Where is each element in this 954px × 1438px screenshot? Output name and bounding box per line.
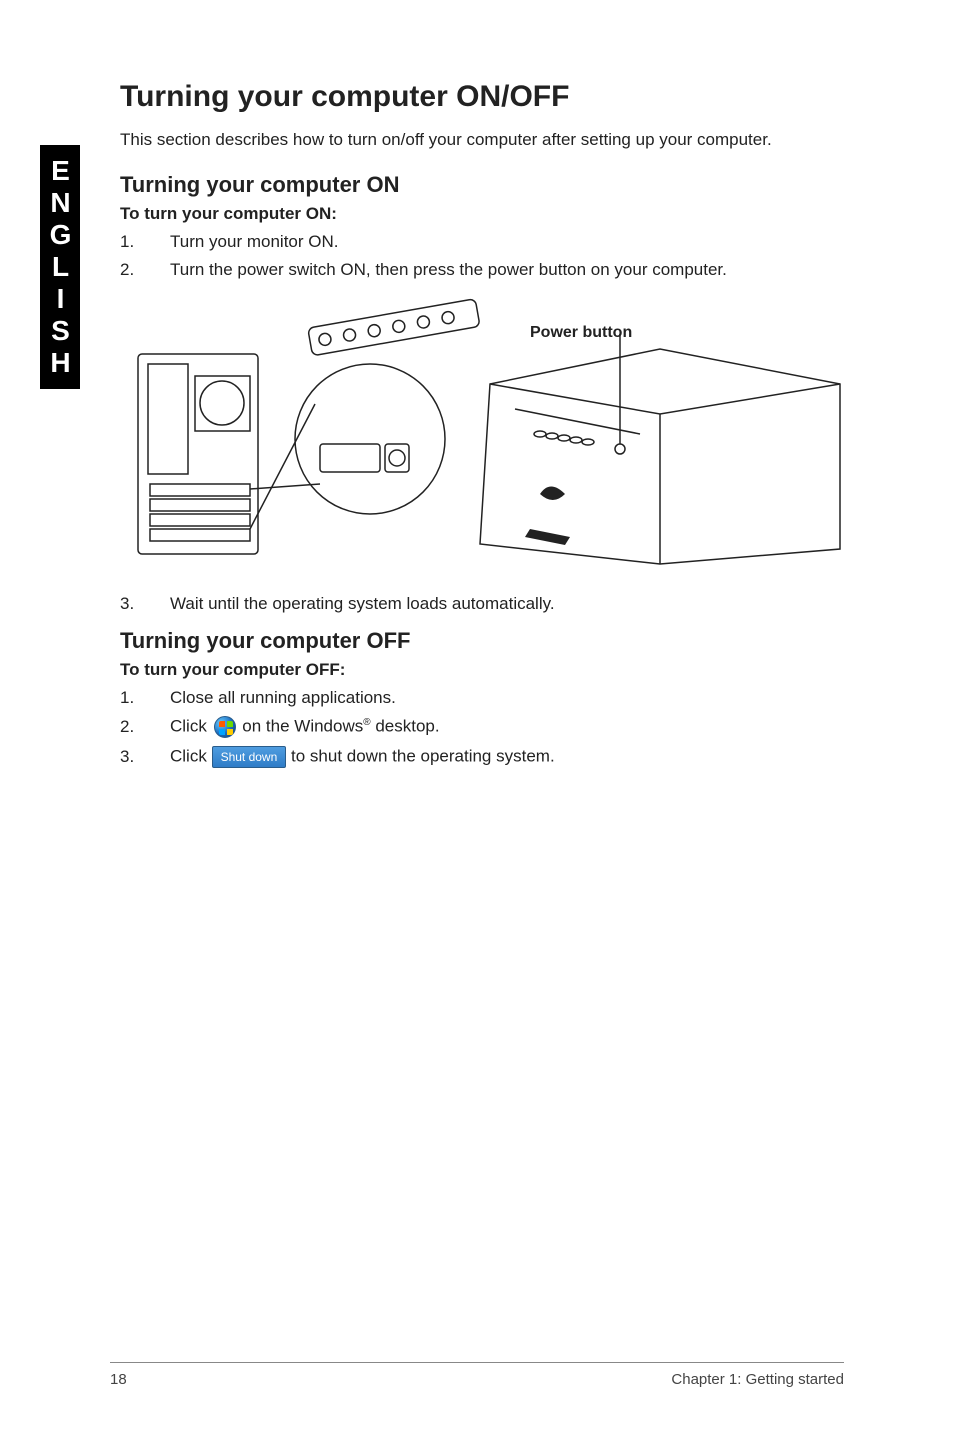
chapter-label: Chapter 1: Getting started: [671, 1371, 844, 1388]
page-title: Turning your computer ON/OFF: [120, 80, 844, 114]
step-number: 2.: [120, 717, 170, 737]
list-item: 2. Click on the Windows® desktop.: [120, 716, 844, 738]
step-text: Click Shut down to shut down the operati…: [170, 746, 555, 768]
section-off-steps: 1. Close all running applications. 2. Cl…: [120, 688, 844, 768]
step-text: Turn your monitor ON.: [170, 232, 338, 252]
list-item: 2. Turn the power switch ON, then press …: [120, 260, 844, 280]
computer-illustration-icon: [120, 294, 850, 574]
intro-text: This section describes how to turn on/of…: [120, 130, 844, 150]
step-number: 3.: [120, 594, 170, 614]
section-on-lead: To turn your computer ON:: [120, 204, 844, 224]
shutdown-button-icon: Shut down: [212, 746, 287, 768]
step-number: 1.: [120, 232, 170, 252]
step-number: 3.: [120, 747, 170, 767]
section-on-steps-cont: 3. Wait until the operating system loads…: [120, 594, 844, 614]
list-item: 1. Turn your monitor ON.: [120, 232, 844, 252]
step-text: Click on the Windows® desktop.: [170, 716, 440, 738]
page-number: 18: [110, 1371, 127, 1388]
step-text: Wait until the operating system loads au…: [170, 594, 555, 614]
section-off-lead: To turn your computer OFF:: [120, 660, 844, 680]
power-button-label: Power button: [530, 324, 632, 342]
step-number: 2.: [120, 260, 170, 280]
language-tab: ENGLISH: [40, 145, 80, 389]
registered-mark: ®: [363, 717, 370, 728]
list-item: 1. Close all running applications.: [120, 688, 844, 708]
step-text: Close all running applications.: [170, 688, 396, 708]
power-button-figure: Power button: [120, 294, 850, 574]
step-text: Turn the power switch ON, then press the…: [170, 260, 727, 280]
section-on-heading: Turning your computer ON: [120, 172, 844, 198]
list-item: 3. Wait until the operating system loads…: [120, 594, 844, 614]
section-on-steps: 1. Turn your monitor ON. 2. Turn the pow…: [120, 232, 844, 280]
section-off-heading: Turning your computer OFF: [120, 628, 844, 654]
windows-start-icon: [214, 716, 236, 738]
step-number: 1.: [120, 688, 170, 708]
page-footer: 18 Chapter 1: Getting started: [110, 1362, 844, 1388]
list-item: 3. Click Shut down to shut down the oper…: [120, 746, 844, 768]
